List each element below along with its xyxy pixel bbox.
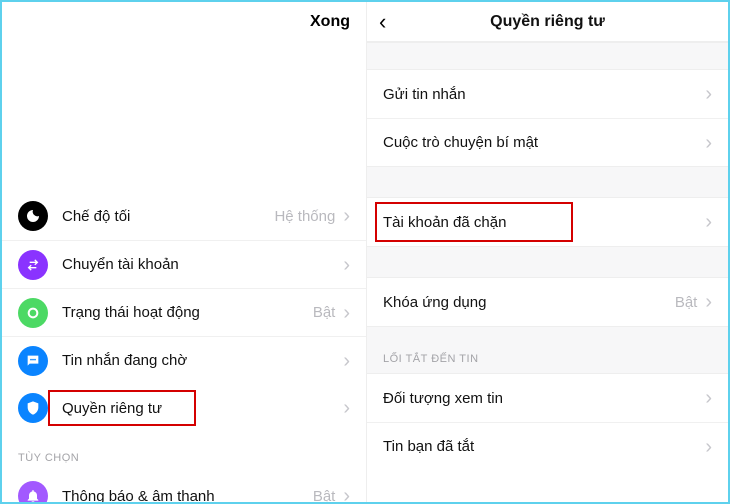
row-value: Bật [313,488,336,503]
settings-pane: Xong Chế độ tối Hệ thống › Chuyển tài kh… [2,2,367,502]
switch-icon [18,250,48,280]
row-send-message[interactable]: Gửi tin nhắn › [367,70,728,118]
chevron-right-icon: › [705,133,712,153]
done-button[interactable]: Xong [310,13,350,31]
row-notifications[interactable]: Thông báo & âm thanh Bật › [2,472,366,502]
section-gap [367,42,728,70]
shield-icon [18,393,48,423]
moon-icon [18,201,48,231]
row-privacy[interactable]: Quyền riêng tư › [2,384,366,432]
chevron-right-icon: › [705,212,712,232]
row-value: Hệ thống [274,208,335,225]
chevron-right-icon: › [705,84,712,104]
row-label: Gửi tin nhắn [383,86,705,103]
chevron-right-icon: › [343,486,350,502]
row-label: Trạng thái hoạt động [62,304,313,321]
row-story-muted[interactable]: Tin bạn đã tắt › [367,422,728,470]
chevron-right-icon: › [343,351,350,371]
row-active-status[interactable]: Trạng thái hoạt động Bật › [2,288,366,336]
spacer [2,42,366,192]
row-value: Bật [675,294,698,311]
chevron-right-icon: › [343,255,350,275]
chevron-right-icon: › [705,437,712,457]
message-icon [18,346,48,376]
row-app-lock[interactable]: Khóa ứng dụng Bật › [367,278,728,326]
row-label: Cuộc trò chuyện bí mật [383,134,705,151]
row-secret-conversation[interactable]: Cuộc trò chuyện bí mật › [367,118,728,166]
row-switch-account[interactable]: Chuyển tài khoản › [2,240,366,288]
row-value: Bật [313,304,336,321]
back-button[interactable]: ‹ [379,9,386,35]
status-icon [18,298,48,328]
page-title: Quyền riêng tư [490,13,605,31]
chevron-right-icon: › [705,292,712,312]
row-label: Chế độ tối [62,208,274,225]
chevron-right-icon: › [343,303,350,323]
row-label: Tin nhắn đang chờ [62,352,343,369]
row-message-requests[interactable]: Tin nhắn đang chờ › [2,336,366,384]
chevron-right-icon: › [343,206,350,226]
section-header-story: LỐI TẮT ĐẾN TIN [367,326,728,374]
row-label: Chuyển tài khoản [62,256,343,273]
section-gap [367,166,728,198]
row-label: Thông báo & âm thanh [62,488,313,503]
bell-icon [18,481,48,502]
row-label: Tin bạn đã tắt [383,438,705,455]
left-header: Xong [2,2,366,42]
row-label: Tài khoản đã chặn [383,214,705,231]
chevron-right-icon: › [705,388,712,408]
row-label: Quyền riêng tư [62,400,343,417]
privacy-pane: ‹ Quyền riêng tư Gửi tin nhắn › Cuộc trò… [367,2,728,502]
chevron-right-icon: › [343,398,350,418]
section-gap [367,246,728,278]
row-label: Khóa ứng dụng [383,294,675,311]
row-label: Đối tượng xem tin [383,390,705,407]
row-dark-mode[interactable]: Chế độ tối Hệ thống › [2,192,366,240]
right-header: ‹ Quyền riêng tư [367,2,728,42]
row-story-audience[interactable]: Đối tượng xem tin › [367,374,728,422]
row-blocked-accounts[interactable]: Tài khoản đã chặn › [367,198,728,246]
section-header-options: TÙY CHỌN [2,432,366,472]
